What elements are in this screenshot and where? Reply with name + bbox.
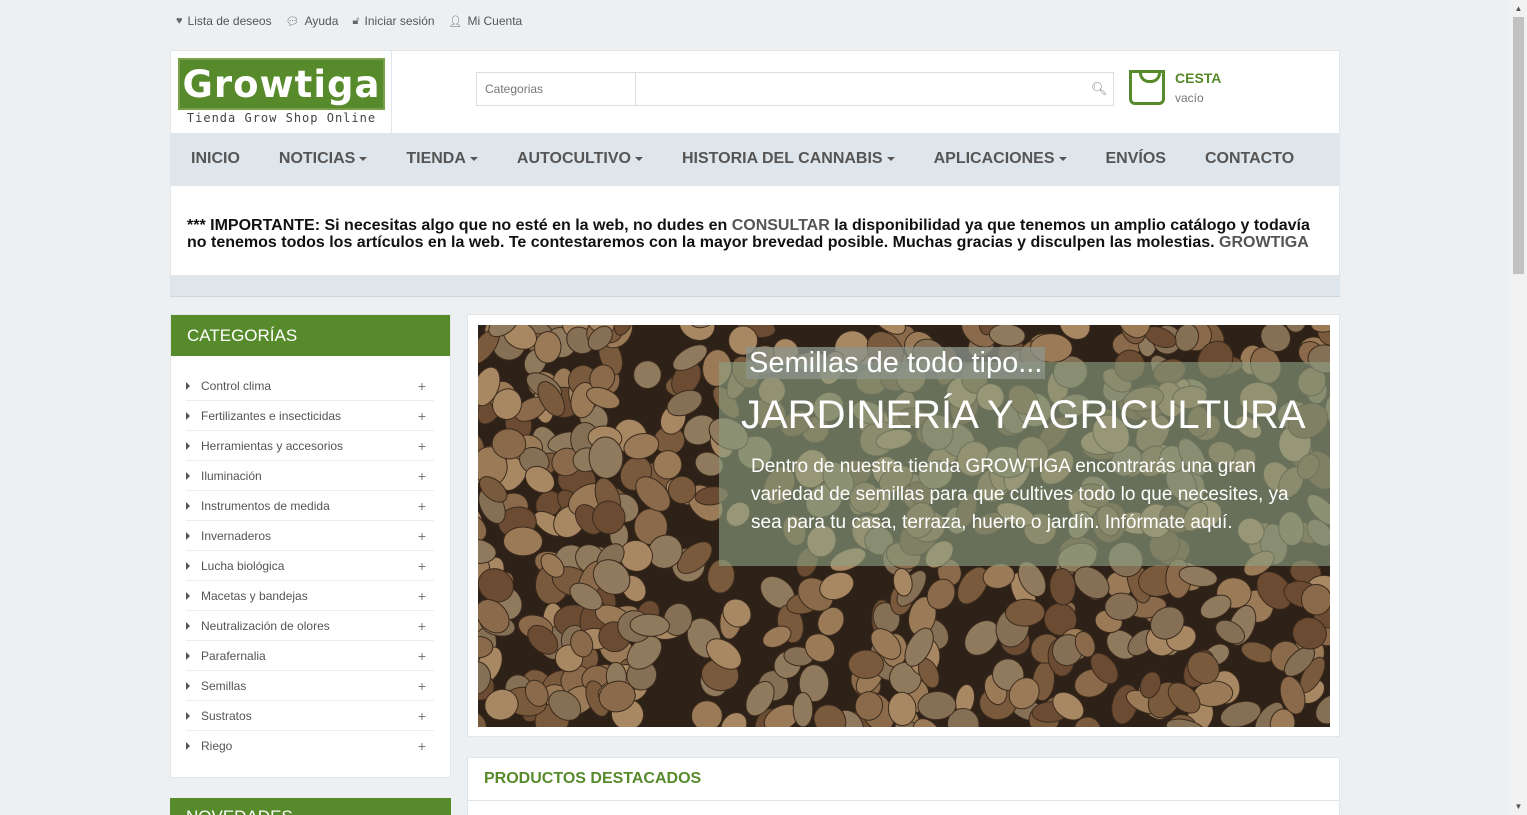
shopping-bag-icon: [1129, 70, 1165, 105]
triangle-right-icon: [186, 381, 190, 390]
login-label: Iniciar sesión: [364, 14, 435, 28]
logo-tagline: Tienda Grow Shop Online: [186, 111, 377, 125]
category-item[interactable]: Riego +: [186, 731, 434, 761]
heart-icon: ♥: [176, 15, 183, 27]
nav-tienda[interactable]: TIENDA: [406, 150, 478, 168]
category-item[interactable]: Semillas +: [186, 671, 434, 701]
divider: [468, 800, 1339, 801]
divider-band: [170, 276, 1340, 297]
important-notice: *** IMPORTANTE: Si necesitas algo que no…: [170, 185, 1340, 276]
caret-down-icon: [634, 156, 643, 161]
triangle-right-icon: [186, 591, 190, 600]
nav-aplicaciones[interactable]: APLICACIONES: [934, 150, 1067, 168]
slide-seeds-image[interactable]: Semillas de todo tipo... JARDINERÍA Y AG…: [478, 325, 1330, 727]
expand-icon[interactable]: +: [418, 618, 426, 634]
expand-icon[interactable]: +: [418, 648, 426, 664]
triangle-right-icon: [186, 501, 190, 510]
scroll-down-icon[interactable]: ▼: [1510, 798, 1527, 815]
category-item[interactable]: Herramientas y accesorios +: [186, 431, 434, 461]
triangle-right-icon: [186, 681, 190, 690]
category-item[interactable]: Lucha biológica +: [186, 551, 434, 581]
account-link[interactable]: 👤︎ Mi Cuenta: [449, 14, 523, 28]
search-input[interactable]: [636, 72, 1114, 106]
categories-title: CATEGORÍAS: [171, 315, 450, 356]
category-item[interactable]: Parafernalia +: [186, 641, 434, 671]
triangle-right-icon: [186, 531, 190, 540]
main-nav: INICIO NOTICIAS TIENDA AUTOCULTIVO HISTO…: [170, 133, 1340, 185]
notice-text-1: *** IMPORTANTE: Si necesitas algo que no…: [187, 217, 732, 234]
help-link[interactable]: 💬︎ Ayuda: [286, 14, 339, 28]
triangle-right-icon: [186, 621, 190, 630]
caret-down-icon: [1058, 156, 1067, 161]
scrollbar[interactable]: ▲ ▼: [1510, 0, 1527, 815]
category-item[interactable]: Macetas y bandejas +: [186, 581, 434, 611]
featured-products: PRODUCTOS DESTACADOS: [467, 757, 1340, 815]
slide-kicker: Semillas de todo tipo...: [746, 347, 1046, 379]
expand-icon[interactable]: +: [418, 378, 426, 394]
expand-icon[interactable]: +: [418, 678, 426, 694]
growtiga-link[interactable]: GROWTIGA: [1219, 234, 1309, 251]
triangle-right-icon: [186, 561, 190, 570]
logo-brand: Growtiga: [182, 63, 381, 106]
nav-contacto[interactable]: CONTACTO: [1205, 150, 1294, 168]
header: Growtiga Tienda Grow Shop Online Categor…: [170, 50, 1340, 133]
slide-text[interactable]: Dentro de nuestra tienda GROWTIGA encont…: [751, 453, 1311, 537]
expand-icon[interactable]: +: [418, 588, 426, 604]
caret-down-icon: [359, 156, 368, 161]
consultar-link[interactable]: CONSULTAR: [732, 217, 830, 234]
lock-icon: 🔓︎: [352, 14, 360, 27]
category-select[interactable]: Categorias: [476, 72, 636, 106]
hero-slider: Semillas de todo tipo... JARDINERÍA Y AG…: [467, 314, 1340, 737]
nav-envios[interactable]: ENVÍOS: [1106, 150, 1166, 168]
nav-historia[interactable]: HISTORIA DEL CANNABIS: [682, 150, 895, 168]
wishlist-link[interactable]: ♥ Lista de deseos: [176, 14, 272, 28]
login-link[interactable]: 🔓︎ Iniciar sesión: [352, 14, 434, 28]
slide-title: JARDINERÍA Y AGRICULTURA: [741, 393, 1306, 437]
scroll-thumb[interactable]: [1513, 17, 1524, 274]
triangle-right-icon: [186, 441, 190, 450]
category-item[interactable]: Instrumentos de medida +: [186, 491, 434, 521]
user-icon: 👤︎: [448, 15, 463, 28]
expand-icon[interactable]: +: [418, 498, 426, 514]
category-item[interactable]: Fertilizantes e insecticidas +: [186, 401, 434, 431]
category-item[interactable]: Iluminación +: [186, 461, 434, 491]
nav-inicio[interactable]: INICIO: [191, 150, 240, 168]
cart-state: vacío: [1175, 91, 1204, 105]
caret-down-icon: [469, 156, 478, 161]
account-label: Mi Cuenta: [467, 14, 523, 28]
category-list: Control clima + Fertilizantes e insectici…: [171, 356, 450, 761]
top-links: ♥ Lista de deseos 💬︎ Ayuda 🔓︎ Iniciar se…: [176, 14, 522, 28]
triangle-right-icon: [186, 711, 190, 720]
expand-icon[interactable]: +: [418, 708, 426, 724]
wishlist-label: Lista de deseos: [187, 14, 272, 28]
expand-icon[interactable]: +: [418, 438, 426, 454]
novedades-title: NOVEDADES: [170, 798, 451, 815]
expand-icon[interactable]: +: [418, 408, 426, 424]
expand-icon[interactable]: +: [418, 468, 426, 484]
expand-icon[interactable]: +: [418, 528, 426, 544]
expand-icon[interactable]: +: [418, 558, 426, 574]
cart-label: CESTA: [1175, 70, 1222, 86]
nav-autocultivo[interactable]: AUTOCULTIVO: [517, 150, 643, 168]
expand-icon[interactable]: +: [418, 738, 426, 754]
category-item[interactable]: Neutralización de olores +: [186, 611, 434, 641]
scroll-up-icon[interactable]: ▲: [1510, 0, 1527, 17]
triangle-right-icon: [186, 742, 190, 750]
triangle-right-icon: [186, 411, 190, 420]
search-icon[interactable]: 🔍︎: [1091, 81, 1108, 97]
logo[interactable]: Growtiga Tienda Grow Shop Online: [171, 51, 392, 133]
triangle-right-icon: [186, 651, 190, 660]
help-label: Ayuda: [304, 14, 339, 28]
chat-icon: 💬︎: [285, 15, 300, 28]
caret-down-icon: [886, 156, 895, 161]
category-item[interactable]: Sustratos +: [186, 701, 434, 731]
featured-title: PRODUCTOS DESTACADOS: [484, 770, 702, 787]
categories-panel: CATEGORÍAS Control clima + Fertilizantes …: [170, 314, 451, 778]
triangle-right-icon: [186, 471, 190, 480]
category-item[interactable]: Invernaderos +: [186, 521, 434, 551]
category-item[interactable]: Control clima +: [186, 371, 434, 401]
nav-noticias[interactable]: NOTICIAS: [279, 150, 368, 168]
logo-badge: Growtiga: [178, 58, 385, 110]
